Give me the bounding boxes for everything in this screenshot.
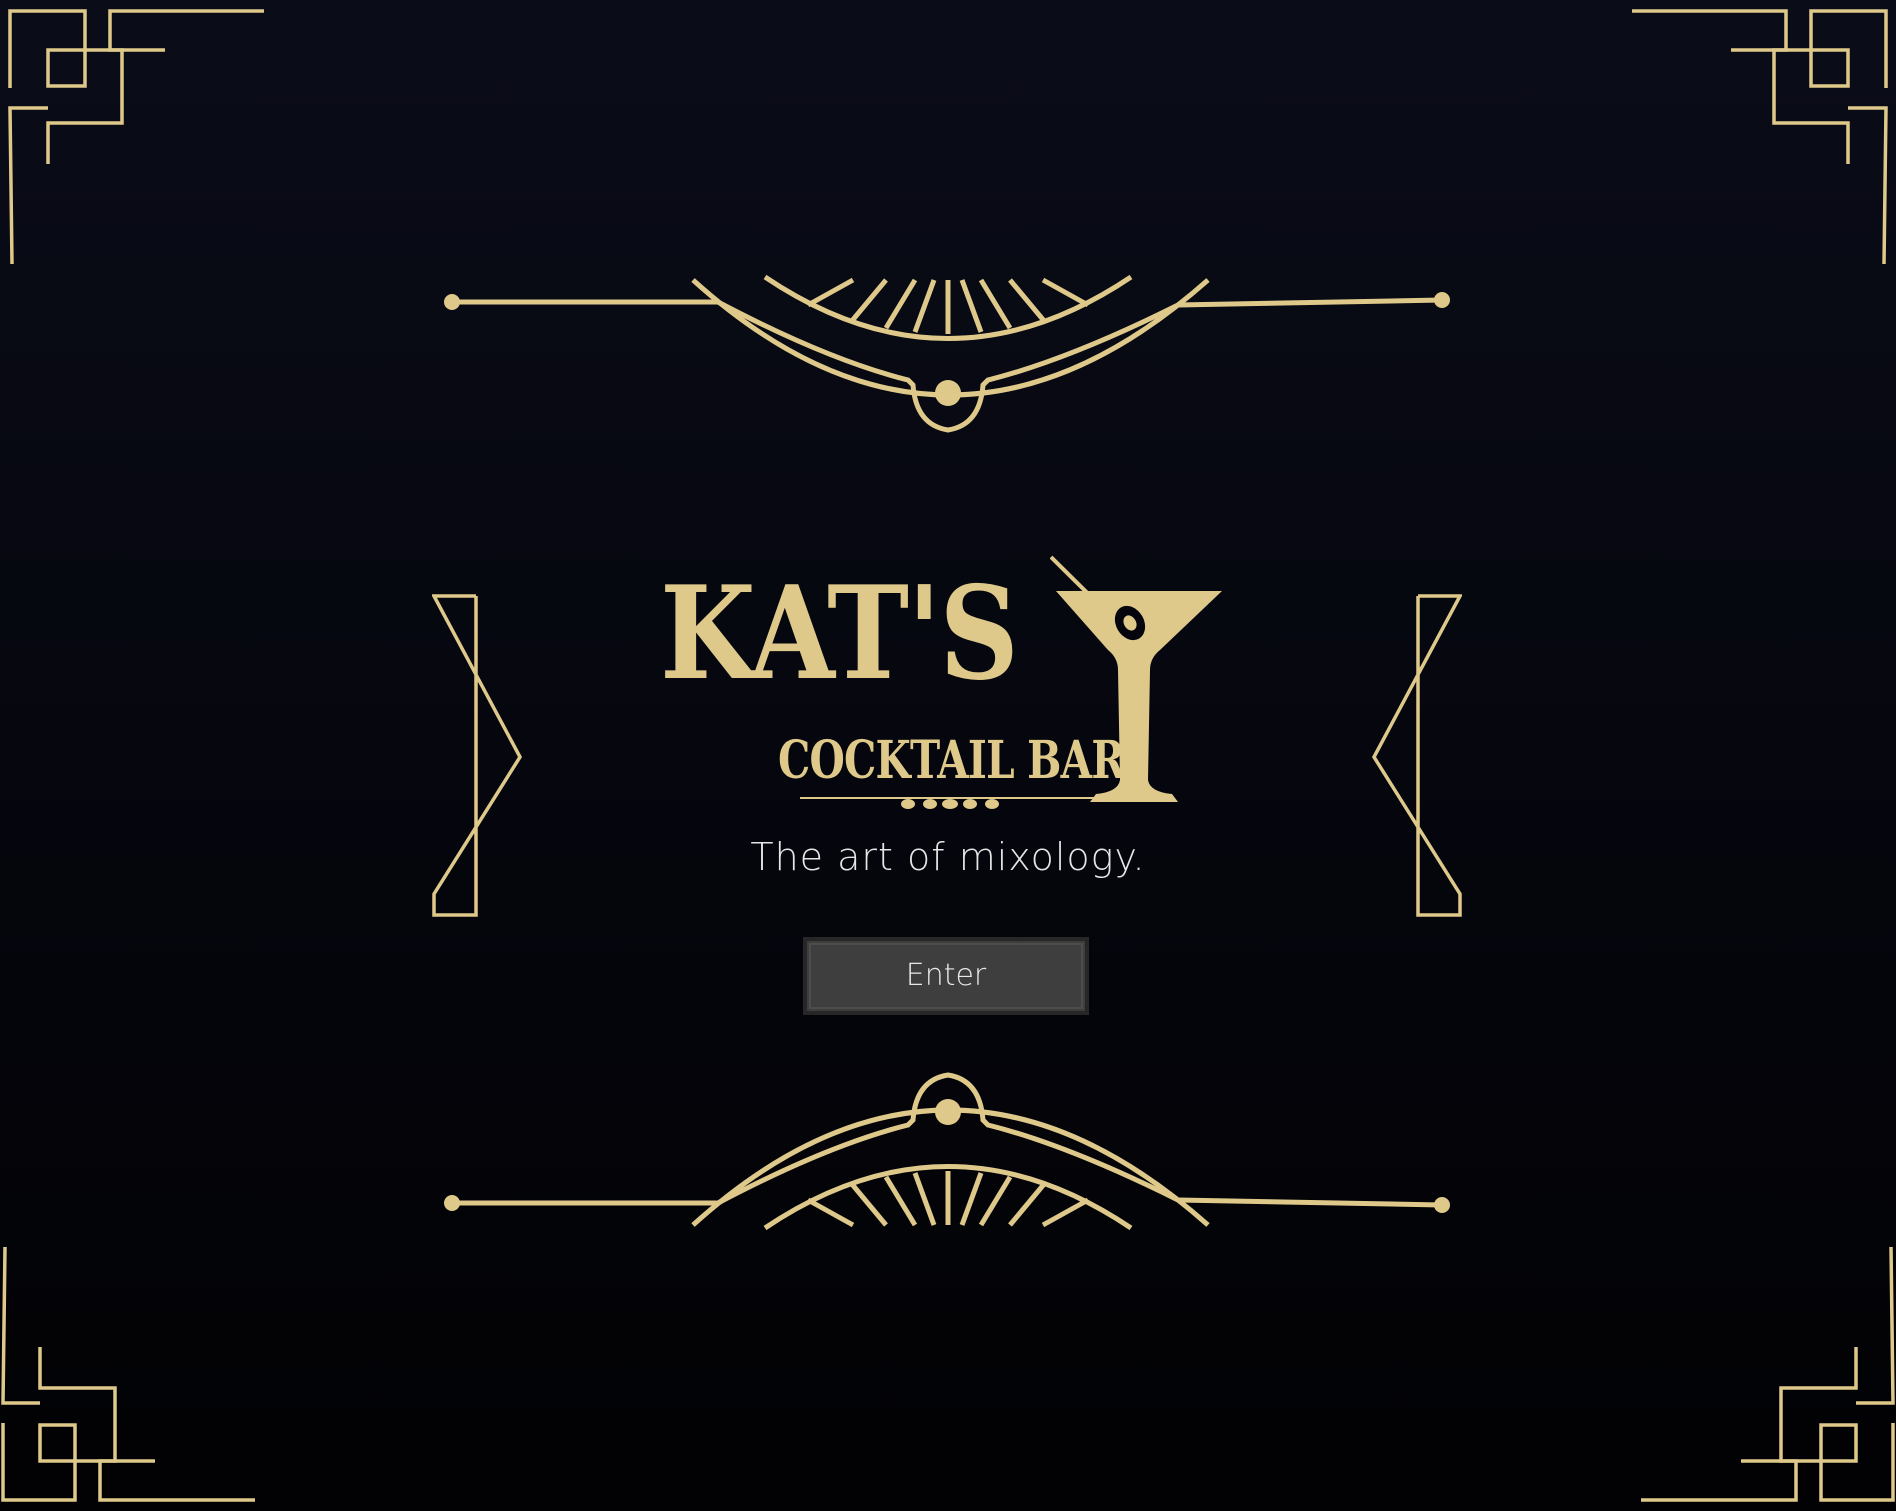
corner-ornament-top-right (1626, 0, 1896, 270)
art-deco-bracket-left (432, 594, 522, 919)
corner-ornament-bottom-right (1626, 1241, 1896, 1511)
landing-page: KAT'S COCKTAIL BAR The art of mixology. … (0, 0, 1896, 1511)
art-deco-fan-bottom (438, 1065, 1458, 1255)
art-deco-fan-top (438, 250, 1458, 440)
logo-divider (800, 793, 1100, 815)
corner-ornament-top-left (0, 0, 270, 270)
enter-button[interactable]: Enter (803, 937, 1089, 1015)
brand-logo: KAT'S COCKTAIL BAR (660, 555, 1240, 815)
corner-ornament-bottom-left (0, 1241, 270, 1511)
tagline: The art of mixology. (750, 835, 1146, 879)
brand-title: KAT'S (660, 559, 1019, 709)
martini-glass-icon (1050, 555, 1230, 815)
art-deco-bracket-right (1372, 594, 1462, 919)
